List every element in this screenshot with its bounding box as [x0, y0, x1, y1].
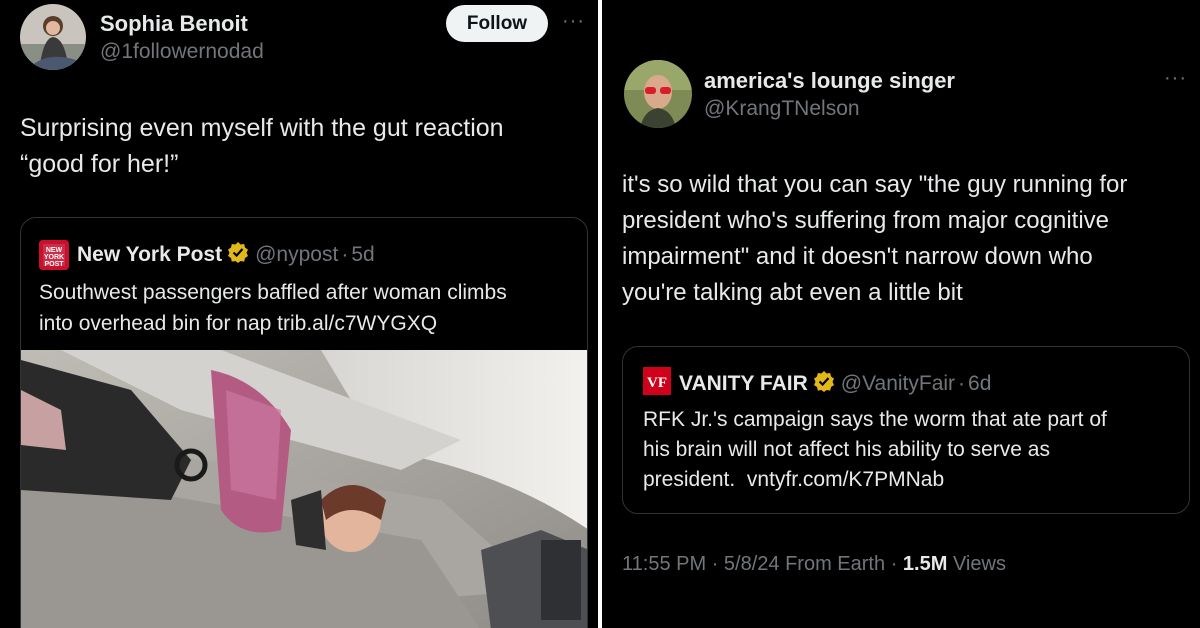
tweet-text-line-2: “good for her!”: [20, 150, 179, 178]
quoted-tweet-card[interactable]: NEW YORK POST New York Post @nypost · 5d…: [20, 217, 588, 628]
quoted-text-line-1: Southwest passengers baffled after woman…: [39, 281, 507, 304]
views-count[interactable]: 1.5M: [903, 553, 947, 575]
quoted-tweet-header: VF VANITY FAIR @VanityFair · 6d: [643, 367, 991, 401]
svg-text:NEW: NEW: [46, 247, 63, 254]
vf-logo-text: VF: [647, 375, 667, 391]
tweet-time[interactable]: 11:55 PM: [622, 553, 706, 575]
author-handle[interactable]: @1followernodad: [100, 40, 264, 64]
left-tweet-panel: Sophia Benoit @1followernodad Follow ···…: [0, 0, 598, 628]
more-options-icon[interactable]: ···: [562, 10, 585, 33]
separator-dot: ·: [341, 243, 349, 266]
more-options-icon[interactable]: ···: [1164, 67, 1187, 90]
separator-dot: ·: [958, 372, 966, 395]
quoted-author-handle[interactable]: @VanityFair: [841, 372, 955, 396]
vanityfair-logo-icon: VF: [643, 367, 671, 401]
author-name[interactable]: Sophia Benoit: [100, 11, 248, 37]
svg-text:POST: POST: [44, 261, 64, 268]
tweet-text-line-2: president who's suffering from major cog…: [622, 207, 1110, 234]
quoted-text-line-2: his brain will not affect his ability to…: [643, 438, 1050, 461]
tweet-text-line-1: Surprising even myself with the gut reac…: [20, 114, 504, 142]
quoted-text-line-3: president. vntyfr.com/K7PMNab: [643, 468, 945, 491]
verified-gold-badge-icon: [227, 241, 249, 269]
separator-dot: ·: [890, 553, 898, 575]
quoted-media-image[interactable]: [21, 350, 587, 628]
quoted-tweet-header: NEW YORK POST New York Post @nypost · 5d: [39, 240, 375, 270]
quoted-author-handle[interactable]: @nypost: [255, 243, 338, 267]
tweet-date[interactable]: 5/8/24: [724, 553, 780, 575]
tweet-source: From Earth: [785, 553, 886, 575]
nypost-logo-icon: NEW YORK POST: [39, 240, 69, 270]
right-tweet-panel: america's lounge singer @KrangTNelson ··…: [602, 0, 1200, 628]
tweet-text-line-1: it's so wild that you can say "the guy r…: [622, 171, 1128, 198]
quoted-time[interactable]: 5d: [351, 243, 374, 267]
avatar-krang[interactable]: [624, 60, 692, 128]
tweet-metadata: 11:55 PM · 5/8/24 From Earth · 1.5M View…: [622, 553, 1006, 576]
avatar-sophia[interactable]: [20, 4, 86, 70]
tweet-text-line-4: you're talking abt even a little bit: [622, 279, 963, 306]
quoted-tweet-card[interactable]: VF VANITY FAIR @VanityFair · 6d RFK Jr.'…: [622, 346, 1190, 514]
quoted-time[interactable]: 6d: [968, 372, 991, 396]
verified-gold-badge-icon: [813, 370, 835, 398]
tweet-text-line-3: impairment" and it doesn't narrow down w…: [622, 243, 1093, 270]
author-name[interactable]: america's lounge singer: [704, 68, 955, 94]
quoted-author-name[interactable]: VANITY FAIR: [679, 372, 808, 396]
quoted-text-line-2: into overhead bin for nap trib.al/c7WYGX…: [39, 312, 438, 335]
quoted-author-name[interactable]: New York Post: [77, 243, 222, 267]
separator-dot: ·: [711, 553, 719, 575]
quoted-text-line-1: RFK Jr.'s campaign says the worm that at…: [643, 408, 1107, 431]
svg-text:YORK: YORK: [44, 254, 64, 261]
views-label: Views: [952, 553, 1006, 575]
follow-button[interactable]: Follow: [446, 5, 548, 42]
author-handle[interactable]: @KrangTNelson: [704, 97, 860, 121]
